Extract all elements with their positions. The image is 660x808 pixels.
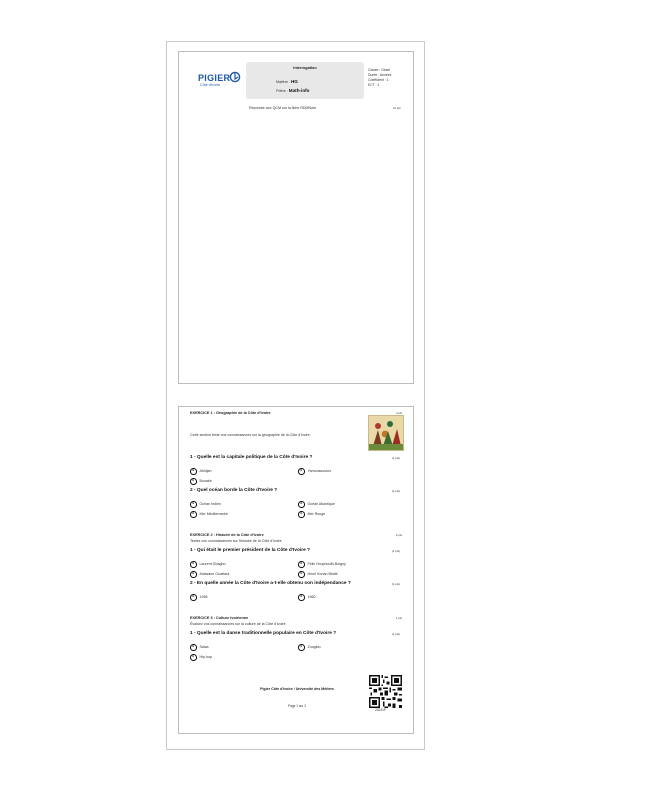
ect: ECT : 1 [368,83,380,87]
question-text: 2 - En quelle année la Côte d'Ivoire a-t… [190,581,351,586]
checkbox-icon[interactable]: B [298,468,305,475]
answer-option[interactable]: B Abidjan [190,468,212,475]
exercise-2-points: 2 pts [396,533,403,537]
exercise-3-title: EXERCICE 3 : Culture Ivoirienne [190,616,249,620]
coefficient: Coefficient : 1 [368,78,389,82]
filiere-label: Filière : [276,89,288,93]
matiere-row: Matière : HG [276,79,298,84]
exercise-2-title: EXERCICE 2 : Histoire de la Côte d'Ivoir… [190,533,264,537]
checkbox-icon[interactable]: B [298,644,305,651]
exercise-1-title: EXERCICE 1 : Géographie de la Côte d'Ivo… [190,411,271,415]
question-points: (1 pts) [392,582,400,586]
exercise-3-description: Évaluez vos connaissances sur la culture… [190,622,286,626]
exam-sheet: PIGIER Côte d'Ivoire Interrogation Matiè… [166,41,425,750]
checkbox-icon[interactable]: B [190,478,197,485]
question-points: (1 pts) [392,549,400,553]
answer-option[interactable]: B Hip-hop [190,654,212,661]
checkbox-icon[interactable]: B [190,654,197,661]
question-text: 1 - Quelle est la capitale politique de … [190,455,313,460]
question-text: 1 - Qui était le premier président de la… [190,548,311,553]
answer-option[interactable]: B Henri Konan Bédié [298,571,338,578]
matiere-value: HG [290,79,298,84]
total-points: 21 pts [393,106,401,110]
checkbox-icon[interactable]: B [190,468,197,475]
exercise-1-description: Cette section teste vos connaissances su… [190,433,311,437]
answer-option[interactable]: B Océan Atlantique [298,501,335,508]
checkbox-icon[interactable]: B [190,561,197,568]
checkbox-icon[interactable]: B [298,511,305,518]
filiere-value: Math-info [288,88,310,93]
checkbox-icon[interactable]: B [190,644,197,651]
illustration-image [368,415,404,451]
question-text: 1 - Quelle est la danse traditionnelle p… [190,631,337,636]
answer-option[interactable]: B Océan Indien [190,501,221,508]
answer-option[interactable]: B Zouglou [298,644,321,651]
answer-option[interactable]: B 1960 [298,594,316,601]
qr-code-icon [369,675,402,708]
exam-info-box: Interrogation Matière : HG Filière : Mat… [246,62,364,99]
question-points: (1 pts) [392,632,400,636]
question-text: 2 - Quel océan borde la Côte d'Ivoire ? [190,488,278,493]
qr-code-label: 20241P [375,708,386,712]
answer-option[interactable]: B Félix Houphouët-Boigny [298,561,346,568]
duree: Durée : Années [368,73,392,77]
instructions: Répondre aux QCM sur la fiche RDMNote [249,106,317,110]
checkbox-icon[interactable]: B [298,501,305,508]
answer-option[interactable]: B Laurent Gbagbo [190,561,225,568]
answer-option[interactable]: B Mer Rouge [298,511,325,518]
answer-option[interactable]: B Salsa [190,644,209,651]
checkbox-icon[interactable]: B [298,571,305,578]
exercise-3-points: 1 pts [396,616,403,620]
exercise-1-points: 4 pts [396,411,403,415]
answer-option[interactable]: B Alassane Ouattara [190,571,229,578]
checkbox-icon[interactable]: B [298,594,305,601]
questions-section: EXERCICE 1 : Géographie de la Côte d'Ivo… [178,406,414,734]
classe: Classe : Gesel [368,68,391,72]
answer-option[interactable]: B 1958 [190,594,208,601]
checkbox-icon[interactable]: B [190,511,197,518]
checkbox-icon[interactable]: B [298,561,305,568]
checkbox-icon[interactable]: B [190,501,197,508]
filiere-row: Filière : Math-info [276,88,309,93]
exercise-2-description: Testez vos connaissances sur l'histoire … [190,539,282,543]
header-section: PIGIER Côte d'Ivoire Interrogation Matiè… [178,51,414,384]
question-points: (1 pts) [392,456,400,460]
answer-option[interactable]: B Yamoussoukro [298,468,331,475]
checkbox-icon[interactable]: B [190,571,197,578]
logo: PIGIER [198,73,231,83]
logo-subtitle: Côte d'Ivoire [200,83,221,87]
exam-type: Interrogation [293,66,317,70]
logo-mark-icon [229,71,241,83]
answer-option[interactable]: B Bouaké [190,478,212,485]
matiere-label: Matière : [276,80,290,84]
checkbox-icon[interactable]: B [190,594,197,601]
answer-option[interactable]: B Mer Méditerranée [190,511,228,518]
question-points: (1 pts) [392,489,400,493]
